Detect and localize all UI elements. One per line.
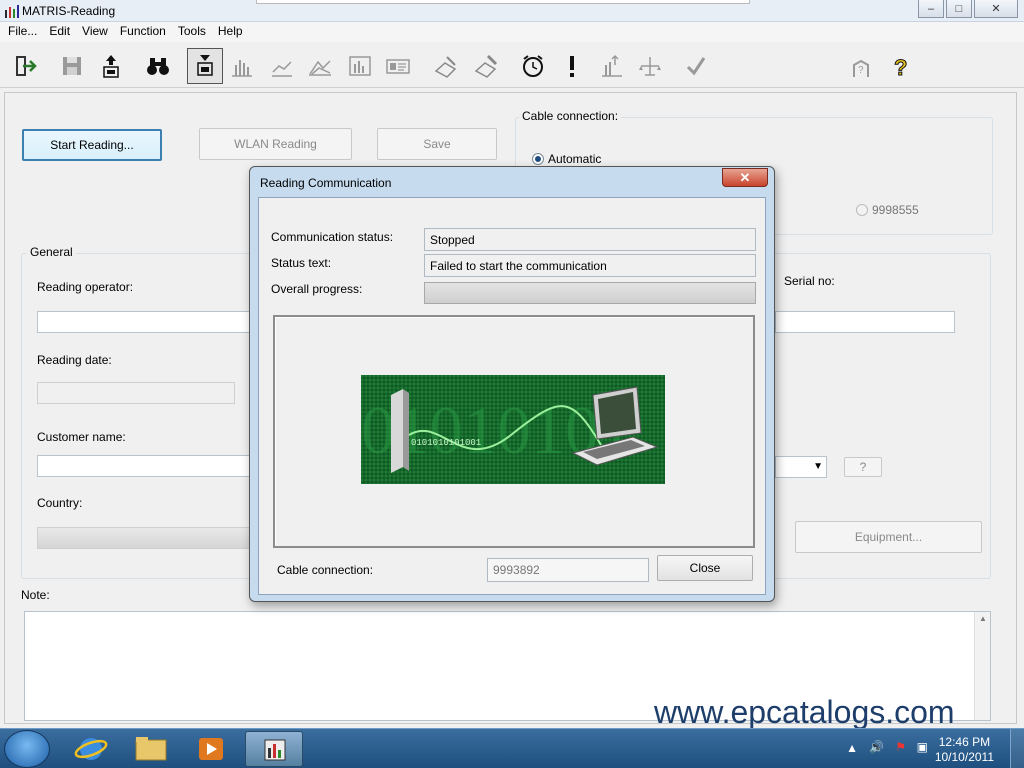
- line-chart-icon[interactable]: [264, 48, 300, 84]
- taskbar: ▲ 🔊 ⚑ ▣ 12:46 PM 10/10/2011: [0, 728, 1024, 768]
- file-explorer-icon[interactable]: [122, 731, 180, 767]
- equipment-button[interactable]: Equipment...: [795, 521, 982, 553]
- cable-connection-group-label: Cable connection:: [519, 109, 622, 123]
- action-center-flag-icon[interactable]: ⚑: [895, 740, 906, 754]
- chevron-down-icon: ▼: [813, 461, 823, 472]
- overall-progress-bar: [424, 282, 756, 304]
- scroll-up-icon: ▲: [979, 614, 987, 623]
- automatic-label: Automatic: [548, 152, 602, 166]
- reading-operator-input[interactable]: [37, 311, 257, 333]
- internet-explorer-icon[interactable]: [62, 731, 120, 767]
- reading-date-label: Reading date:: [37, 353, 112, 367]
- menu-view[interactable]: View: [78, 22, 116, 42]
- area-chart-icon[interactable]: [302, 48, 338, 84]
- bar-arrow-icon[interactable]: [594, 48, 630, 84]
- binary-stream-text: 0101010101001: [411, 438, 481, 448]
- minimize-button[interactable]: –: [918, 0, 944, 18]
- card-icon[interactable]: [380, 48, 416, 84]
- reading-icon[interactable]: [187, 48, 223, 84]
- exit-icon[interactable]: [8, 48, 44, 84]
- clock-time: 12:46 PM: [938, 735, 991, 749]
- menu-edit[interactable]: Edit: [45, 22, 78, 42]
- communication-status-label: Communication status:: [271, 230, 394, 244]
- svg-text:?: ?: [858, 65, 864, 76]
- close-window-button[interactable]: ✕: [974, 0, 1018, 18]
- communication-animation-image: 01010101 0101010101001: [361, 375, 665, 484]
- save-button[interactable]: Save: [377, 128, 497, 160]
- svg-text:?: ?: [894, 55, 907, 79]
- serial-option-label: 9998555: [872, 203, 919, 217]
- dialog-title: Reading Communication: [260, 176, 392, 190]
- serial-radio[interactable]: [856, 204, 868, 216]
- alarm-clock-icon[interactable]: [515, 48, 551, 84]
- reading-communication-dialog: Reading Communication ✕ Communication st…: [249, 166, 775, 602]
- automatic-radio[interactable]: [532, 153, 544, 165]
- speaker-icon[interactable]: 🔊: [869, 740, 884, 754]
- question-icon[interactable]: ?: [883, 48, 919, 84]
- communication-status-field: Stopped: [424, 228, 756, 251]
- menu-file[interactable]: File...: [4, 22, 45, 42]
- wlan-reading-button[interactable]: WLAN Reading: [199, 128, 352, 160]
- dialog-close-button[interactable]: Close: [657, 555, 753, 581]
- note-label: Note:: [21, 588, 50, 602]
- dialog-cable-connection-label: Cable connection:: [277, 563, 374, 577]
- customer-name-input[interactable]: [37, 455, 257, 477]
- top-strip: [256, 0, 750, 4]
- hand-write-icon[interactable]: [428, 48, 464, 84]
- save-disk-icon[interactable]: [54, 48, 90, 84]
- toolbar: ? ?: [0, 42, 1024, 88]
- reading-date-input[interactable]: [37, 382, 235, 404]
- serial-no-input[interactable]: [775, 311, 955, 333]
- help-hand-icon[interactable]: ?: [843, 48, 879, 84]
- window-title: MATRIS-Reading: [22, 4, 116, 18]
- status-text-label: Status text:: [271, 256, 332, 270]
- maximize-button[interactable]: □: [946, 0, 972, 18]
- upload-icon[interactable]: [93, 48, 129, 84]
- bar-chart-icon[interactable]: [224, 48, 260, 84]
- communication-animation-frame: 01010101 0101010101001: [273, 315, 755, 548]
- status-text-field: Failed to start the communication: [424, 254, 756, 277]
- country-label: Country:: [37, 496, 83, 510]
- dialog-body: Communication status: Stopped Status tex…: [258, 197, 766, 595]
- dialog-close-x-button[interactable]: ✕: [722, 168, 768, 187]
- hand-erase-icon[interactable]: [468, 48, 504, 84]
- network-icon[interactable]: ▣: [917, 740, 928, 754]
- menu-bar: File... Edit View Function Tools Help: [0, 22, 1024, 42]
- start-reading-button[interactable]: Start Reading...: [22, 129, 162, 161]
- title-bar: MATRIS-Reading – □ ✕: [0, 0, 1024, 22]
- note-scrollbar[interactable]: ▲: [974, 612, 990, 720]
- report-icon[interactable]: [342, 48, 378, 84]
- overall-progress-label: Overall progress:: [271, 282, 363, 296]
- windows-start-icon[interactable]: [4, 730, 50, 768]
- show-desktop-button[interactable]: [1010, 729, 1024, 768]
- watermark-text: www.epcatalogs.com: [654, 694, 955, 730]
- dialog-cable-connection-field: 9993892: [487, 558, 649, 582]
- general-group-label: General: [27, 245, 76, 259]
- binoculars-icon[interactable]: [140, 48, 176, 84]
- media-player-icon[interactable]: [182, 731, 240, 767]
- clock-date: 10/10/2011: [934, 750, 994, 764]
- menu-function[interactable]: Function: [116, 22, 174, 42]
- menu-help[interactable]: Help: [214, 22, 251, 42]
- matris-taskbar-icon[interactable]: [245, 731, 303, 767]
- reading-operator-label: Reading operator:: [37, 280, 134, 294]
- exclamation-icon[interactable]: [554, 48, 590, 84]
- checkmark-icon[interactable]: [678, 48, 714, 84]
- app-bar-chart-icon: [5, 5, 19, 18]
- equipment-help-button[interactable]: ?: [844, 457, 882, 477]
- show-hidden-icons-icon[interactable]: ▲: [846, 741, 858, 755]
- menu-tools[interactable]: Tools: [174, 22, 214, 42]
- serial-no-label: Serial no:: [784, 274, 835, 288]
- equipment-type-select[interactable]: ▼: [775, 456, 827, 478]
- country-select[interactable]: [37, 527, 257, 549]
- taskbar-clock[interactable]: 12:46 PM 10/10/2011: [935, 735, 994, 765]
- customer-name-label: Customer name:: [37, 430, 126, 444]
- balance-icon[interactable]: [632, 48, 668, 84]
